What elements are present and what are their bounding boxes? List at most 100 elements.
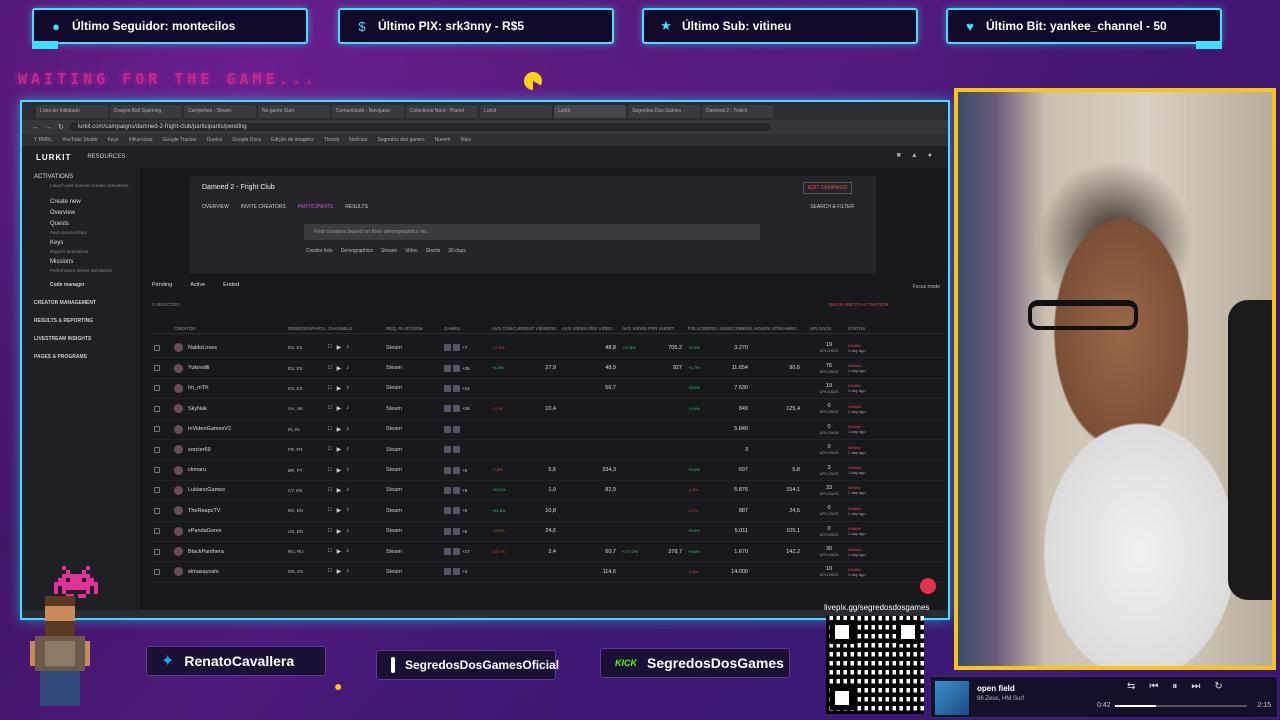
status-badge[interactable]: Waitlist 1 day ago [848, 506, 908, 516]
shuffle-icon[interactable]: ⇆ [1127, 681, 1135, 692]
games-more[interactable]: +28 [462, 406, 470, 411]
sidebar-item-quests[interactable]: Quests [50, 219, 140, 230]
browser-tab[interactable]: Dragon Ball Sparking [110, 104, 182, 118]
youtube-icon[interactable]: ▶ [337, 568, 342, 575]
youtube-icon[interactable]: ▶ [337, 344, 342, 351]
bookmark[interactable]: Thumb [324, 137, 340, 143]
col-status[interactable]: STATUS [848, 326, 908, 331]
creator-name[interactable]: SkyNak [188, 406, 288, 412]
tiktok-icon[interactable]: ♪ [346, 467, 349, 474]
row-checkbox[interactable] [154, 528, 160, 535]
status-badge[interactable]: Waitlist 1 day ago [848, 404, 908, 414]
next-icon[interactable]: ⏭ [1191, 681, 1200, 692]
twitch-icon[interactable]: □ [328, 507, 332, 514]
tiktok-icon[interactable]: ♪ [346, 548, 349, 555]
col-followers[interactable]: FOLLOWERS / SUBSCRIBERS [688, 326, 754, 331]
status-badge[interactable]: Waitlist 1 day ago [848, 343, 908, 353]
bookmark[interactable]: Google Tracker [163, 137, 197, 143]
status-badge[interactable]: Waitlist 1 day ago [848, 485, 908, 495]
browser-tab[interactable]: Comunidade - Navigator [332, 104, 404, 118]
chip-shorts[interactable]: Shorts [426, 248, 440, 254]
chip-video[interactable]: Video [405, 248, 418, 254]
table-row[interactable]: NaldoLoves ES, ES □ ▶ ♪ Steam +7 -11,2% 48,8 +17,… [152, 338, 944, 359]
table-row[interactable]: TheReapzTV DK, EN □ ▶ ♪ Steam +8 +41,8% 10,8 -0,7… [152, 501, 944, 522]
tab-results[interactable]: RESULTS [345, 204, 368, 210]
table-row[interactable]: Im_mTK ES, ES □ ▶ ♪ Steam +14 56,7 +3,2% 7.630 19 U… [152, 379, 944, 400]
tiktok-icon[interactable]: ♪ [346, 385, 349, 392]
bookmark[interactable]: Notícias [349, 137, 367, 143]
status-badge[interactable]: Waitlist 1 day ago [848, 526, 908, 536]
games-more[interactable]: +8 [462, 468, 467, 473]
youtube-icon[interactable]: ▶ [337, 385, 342, 392]
table-row[interactable]: Yukinolili ES, ES □ ▶ ♪ Steam +35 +4,3% 27,9 48,9… [152, 358, 944, 379]
col-views-short[interactable]: AVG VIEWS PER SHORT [622, 326, 688, 331]
twitch-icon[interactable]: □ [328, 385, 332, 392]
browser-tab[interactable]: Lurkit [480, 104, 552, 118]
browser-tab[interactable]: No game Start [258, 104, 330, 118]
table-row[interactable]: SkyNak UA, UK □ ▶ ♪ Steam +28 -1,1% 10,4 +1,6% 849… [152, 399, 944, 420]
twitch-icon[interactable]: □ [328, 365, 332, 372]
creator-name[interactable]: InVideoGamesV2 [188, 426, 288, 432]
twitch-icon[interactable]: □ [328, 568, 332, 575]
col-platform[interactable]: REQ. PLATFORM [386, 326, 444, 331]
twitch-icon[interactable]: □ [328, 344, 332, 351]
twitch-icon[interactable]: □ [328, 487, 332, 494]
tiktok-icon[interactable]: ♪ [346, 446, 349, 453]
status-badge[interactable]: Waitlist 1 day ago [848, 424, 908, 434]
col-ccv[interactable]: AVG CONCURRENT VIEWERS [492, 326, 562, 331]
browser-tab[interactable]: Segredos Dos Games [628, 104, 700, 118]
cart-icon[interactable]: ■ [897, 152, 901, 159]
row-checkbox[interactable] [154, 548, 160, 555]
row-checkbox[interactable] [154, 487, 160, 494]
repeat-icon[interactable]: ↻ [1214, 681, 1222, 692]
games-more[interactable]: +3 [462, 569, 467, 574]
status-badge[interactable]: Waitlist 1 day ago [848, 567, 908, 577]
chip-stream[interactable]: Stream [381, 248, 397, 254]
creator-name[interactable]: BlackPanthera [188, 549, 288, 555]
youtube-icon[interactable]: ▶ [337, 507, 342, 514]
youtube-icon[interactable]: ▶ [337, 405, 342, 412]
status-badge[interactable]: Waitlist 1 day ago [848, 465, 908, 475]
creator-search-input[interactable]: Find creators based on their demographic… [304, 224, 760, 240]
pause-icon[interactable]: ⏸ [1172, 681, 1177, 692]
bookmark[interactable]: Mais [460, 137, 471, 143]
row-checkbox[interactable] [154, 446, 160, 453]
browser-tab[interactable]: Colections Nord - Planet [406, 104, 478, 118]
col-views-video[interactable]: AVG VIEWS PER VIDEO [562, 326, 622, 331]
creator-name[interactable]: xPandaGorex [188, 528, 288, 534]
status-badge[interactable]: Waitlist 1 day ago [848, 383, 908, 393]
back-icon[interactable]: ← [32, 124, 39, 131]
twitch-icon[interactable]: □ [328, 548, 332, 555]
games-more[interactable]: +17 [462, 549, 470, 554]
table-row[interactable]: InVideoGamesV2 IN, IN □ ▶ ♪ Steam 5.840 0 UPLOAD… [152, 420, 944, 440]
capture-scrollbar[interactable] [22, 610, 948, 618]
sidebar-item-code-manager[interactable]: Code manager [50, 276, 140, 294]
col-games[interactable]: GAMES [444, 326, 492, 331]
bookmark[interactable]: Keys [107, 137, 118, 143]
chip-period[interactable]: 30 days [448, 248, 466, 254]
sidebar-section-livestream[interactable]: LIVESTREAM INSIGHTS [34, 330, 140, 348]
status-badge[interactable]: Waitlist 1 day ago [848, 547, 908, 557]
bookmark[interactable]: Edição de imagens [271, 137, 314, 143]
games-more[interactable]: +14 [462, 386, 470, 391]
sidebar-section-pages[interactable]: PAGES & PROGRAMS [34, 348, 140, 366]
sidebar-item-keys[interactable]: Keys [50, 238, 140, 249]
focus-mode-toggle[interactable]: Focus mode [912, 284, 940, 290]
quick-add-button[interactable]: QUICK ADD TO ACTIVATION [829, 302, 888, 307]
bookmark[interactable]: YouTube Studio [62, 137, 97, 143]
browser-tab[interactable]: Damned 2 - Twitch [702, 104, 774, 118]
creator-name[interactable]: elmasayoshi [188, 569, 288, 575]
tab-overview[interactable]: OVERVIEW [202, 204, 229, 210]
tiktok-icon[interactable]: ♪ [346, 365, 349, 372]
youtube-icon[interactable]: ▶ [337, 446, 342, 453]
tiktok-icon[interactable]: ♪ [346, 507, 349, 514]
avatar[interactable]: ● [928, 152, 932, 159]
bell-icon[interactable]: ▲ [911, 152, 918, 159]
row-checkbox[interactable] [154, 426, 160, 433]
browser-tab[interactable]: Lobo do Intitulado [36, 104, 108, 118]
games-more[interactable]: +8 [462, 508, 467, 513]
table-row[interactable]: xPandaGorex US, EN □ ▶ ♪ Steam +6 -13,9% 24,6 +0,… [152, 522, 944, 542]
twitch-icon[interactable]: □ [328, 426, 332, 433]
status-badge[interactable]: Waitlist 1 day ago [848, 445, 908, 455]
url-input[interactable]: lurkit.com/campaigns/damned-2-fright-clu… [69, 123, 770, 131]
